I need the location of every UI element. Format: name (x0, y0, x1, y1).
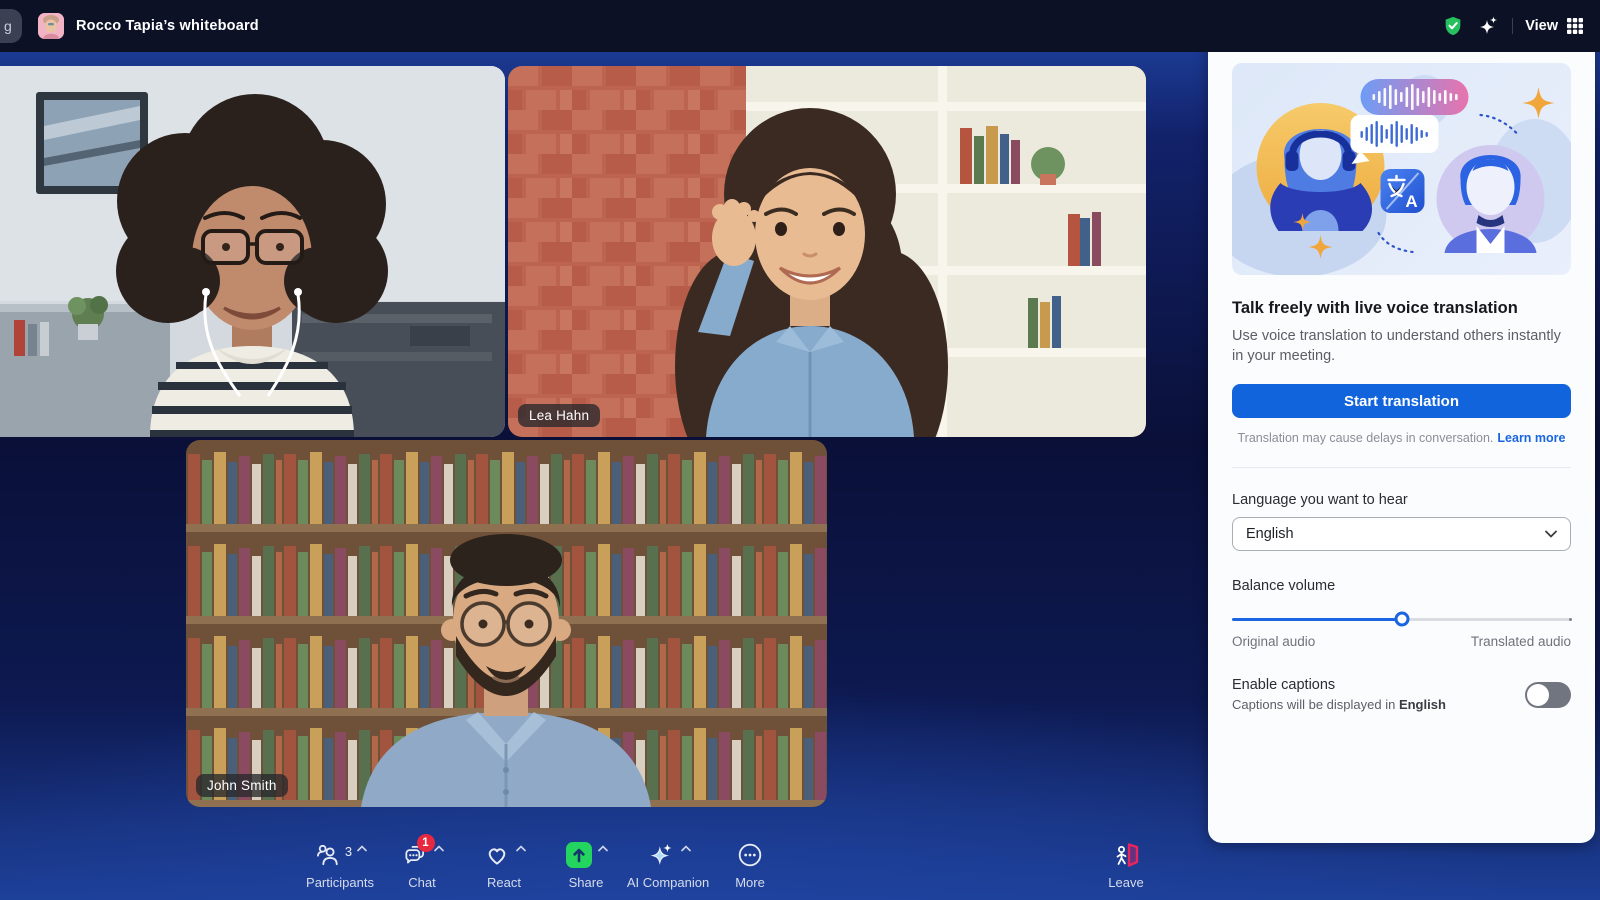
participant-name-tag: Lea Hahn (518, 404, 600, 427)
chevron-up-icon[interactable] (357, 845, 367, 852)
ai-sparkle-icon[interactable] (1476, 14, 1500, 38)
view-label: View (1525, 18, 1558, 34)
language-value: English (1246, 526, 1294, 542)
language-label: Language you want to hear (1232, 492, 1571, 508)
toolbar-ai-companion[interactable]: AI Companion (627, 838, 709, 890)
participant-name: Lea Hahn (529, 408, 589, 423)
ai-companion-icon (646, 841, 676, 869)
panel-divider (1232, 467, 1571, 468)
captions-subtitle-text: Captions will be displayed in (1232, 697, 1399, 712)
svg-text:A: A (1405, 192, 1417, 211)
learn-more-link[interactable]: Learn more (1497, 431, 1565, 445)
disclaimer-text: Translation may cause delays in conversa… (1237, 431, 1493, 445)
avatar-face-icon (38, 13, 64, 39)
top-bar: g Rocco Tapia’s whiteboard (0, 0, 1600, 52)
toolbar-label: AI Companion (627, 875, 709, 890)
panel-headline: Talk freely with live voice translation (1232, 299, 1571, 318)
enable-captions-label: Enable captions (1232, 677, 1446, 693)
slider-thumb[interactable] (1394, 612, 1409, 627)
start-translation-button[interactable]: Start translation (1232, 384, 1571, 418)
captions-toggle[interactable] (1525, 682, 1571, 708)
captions-language: English (1399, 697, 1446, 712)
toolbar-participants[interactable]: 3 Participants (299, 838, 381, 890)
leave-button[interactable]: Leave (1086, 838, 1166, 890)
participant-name: John Smith (207, 778, 277, 793)
toolbar-chat[interactable]: 1 Chat (381, 838, 463, 890)
language-select[interactable]: English (1232, 517, 1571, 551)
translated-audio-label: Translated audio (1471, 634, 1571, 649)
translation-disclaimer: Translation may cause delays in conversa… (1232, 431, 1571, 445)
heart-react-icon (483, 842, 511, 868)
meeting-title: Rocco Tapia’s whiteboard (76, 18, 259, 34)
toolbar-label: React (487, 875, 521, 890)
original-audio-label: Original audio (1232, 634, 1315, 649)
chat-unread-badge: 1 (417, 834, 435, 852)
video-tile-lea-hahn: Lea Hahn (508, 66, 1146, 437)
toolbar-react[interactable]: React (463, 838, 545, 890)
balance-volume-label: Balance volume (1232, 578, 1571, 594)
toolbar-share[interactable]: Share (545, 838, 627, 890)
video-tile-john-smith: John Smith (186, 440, 827, 807)
security-shield-icon[interactable] (1442, 15, 1464, 37)
toolbar-label: Chat (408, 875, 435, 890)
toolbar-label: More (735, 875, 765, 890)
more-icon (736, 842, 764, 868)
participants-count: 3 (345, 844, 352, 859)
video-tile-1 (0, 66, 505, 437)
topbar-divider (1512, 18, 1513, 34)
toolbar-label: Share (569, 875, 604, 890)
grid-view-icon (1566, 17, 1584, 35)
meeting-toolbar: 3 Participants (299, 838, 791, 890)
voice-translation-panel: Voice translation (1208, 3, 1595, 843)
toolbar-label: Leave (1108, 875, 1143, 890)
chevron-up-icon[interactable] (516, 845, 526, 852)
chevron-up-icon[interactable] (681, 845, 691, 852)
toolbar-more[interactable]: More (709, 838, 791, 890)
slider-fill (1232, 618, 1402, 621)
host-avatar (38, 13, 64, 39)
toggle-knob (1527, 684, 1549, 706)
toolbar-label: Participants (306, 875, 374, 890)
participant-name-tag: John Smith (196, 774, 288, 797)
chevron-up-icon[interactable] (434, 845, 444, 852)
panel-description: Use voice translation to understand othe… (1232, 326, 1571, 366)
chevron-up-icon[interactable] (598, 845, 608, 852)
view-button[interactable]: View (1525, 17, 1584, 35)
captions-subtitle: Captions will be displayed in English (1232, 697, 1446, 712)
balance-volume-slider[interactable] (1232, 611, 1571, 627)
chevron-down-icon (1545, 530, 1557, 538)
tab-fragment[interactable]: g (0, 9, 22, 43)
share-screen-icon (565, 841, 593, 869)
leave-door-icon (1111, 841, 1141, 869)
voice-translation-illustration: A (1232, 63, 1571, 275)
enable-captions-row: Enable captions Captions will be display… (1232, 677, 1571, 712)
participants-icon (313, 842, 341, 868)
tab-fragment-label: g (4, 18, 12, 34)
zoom-meeting-window: g Rocco Tapia’s whiteboard (0, 0, 1600, 900)
